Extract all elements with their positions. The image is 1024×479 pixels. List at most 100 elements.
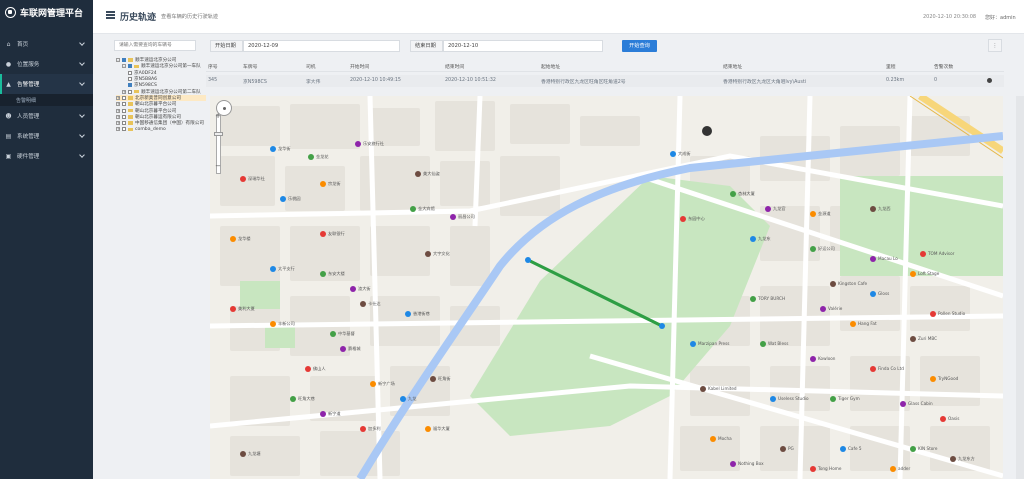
- poi-marker-icon[interactable]: [415, 171, 421, 177]
- poi-marker-icon[interactable]: [240, 451, 246, 457]
- poi-marker-icon[interactable]: [810, 211, 816, 217]
- poi-marker-icon[interactable]: [400, 396, 406, 402]
- expand-icon[interactable]: +: [116, 127, 120, 132]
- map-locate-icon[interactable]: [987, 78, 992, 83]
- tree-checkbox[interactable]: [128, 64, 132, 69]
- nav-item-home[interactable]: ⌂ 首页: [0, 34, 93, 54]
- nav-item-alarm[interactable]: ▲ 告警管理: [0, 74, 93, 94]
- poi-marker-icon[interactable]: [870, 256, 876, 262]
- expand-icon[interactable]: +: [116, 108, 120, 113]
- poi-marker-icon[interactable]: [270, 321, 276, 327]
- poi-marker-icon[interactable]: [370, 381, 376, 387]
- poi-marker-icon[interactable]: [240, 176, 246, 182]
- tree-checkbox[interactable]: [122, 127, 126, 132]
- poi-marker-icon[interactable]: [340, 346, 346, 352]
- poi-marker-icon[interactable]: [900, 401, 906, 407]
- poi-marker-icon[interactable]: [690, 341, 696, 347]
- poi-marker-icon[interactable]: [425, 426, 431, 432]
- poi-marker-icon[interactable]: [920, 251, 926, 257]
- poi-marker-icon[interactable]: [750, 296, 756, 302]
- poi-marker-icon[interactable]: [870, 366, 876, 372]
- poi-marker-icon[interactable]: [430, 376, 436, 382]
- column-menu-icon[interactable]: ⋮: [988, 39, 1002, 52]
- poi-marker-icon[interactable]: [870, 291, 876, 297]
- tree-checkbox[interactable]: [128, 83, 132, 88]
- poi-marker-icon[interactable]: [700, 386, 706, 392]
- poi-marker-icon[interactable]: [425, 251, 431, 257]
- menu-toggle-icon[interactable]: [106, 11, 115, 19]
- poi-marker-icon[interactable]: [850, 321, 856, 327]
- poi-marker-icon[interactable]: [910, 271, 916, 277]
- poi-marker-icon[interactable]: [230, 236, 236, 242]
- tree-checkbox[interactable]: [122, 95, 126, 100]
- poi-marker-icon[interactable]: [355, 141, 361, 147]
- poi-marker-icon[interactable]: [870, 206, 876, 212]
- zoom-in-icon[interactable]: +: [213, 112, 223, 121]
- poi-marker-icon[interactable]: [305, 366, 311, 372]
- collapse-icon[interactable]: -: [116, 58, 120, 63]
- poi-marker-icon[interactable]: [765, 206, 771, 212]
- collapse-icon[interactable]: -: [122, 64, 126, 69]
- poi-marker-icon[interactable]: [830, 396, 836, 402]
- expand-icon[interactable]: +: [116, 102, 120, 107]
- poi-marker-icon[interactable]: [940, 416, 946, 422]
- poi-marker-icon[interactable]: [308, 154, 314, 160]
- poi-marker-icon[interactable]: [810, 356, 816, 362]
- poi-marker-icon[interactable]: [360, 301, 366, 307]
- tree-checkbox[interactable]: [122, 108, 126, 113]
- poi-marker-icon[interactable]: [270, 146, 276, 152]
- vehicle-search-input[interactable]: [114, 40, 196, 51]
- poi-marker-icon[interactable]: [710, 436, 716, 442]
- nav-sub-alarm-detail[interactable]: 告警明细: [0, 94, 93, 106]
- end-date-input[interactable]: 2020-12-10: [443, 40, 603, 52]
- expand-icon[interactable]: +: [116, 95, 120, 100]
- poi-marker-icon[interactable]: [930, 376, 936, 382]
- poi-marker-icon[interactable]: [930, 311, 936, 317]
- page-scrollbar[interactable]: [1016, 96, 1024, 479]
- poi-marker-icon[interactable]: [330, 331, 336, 337]
- zoom-out-icon[interactable]: −: [213, 162, 223, 171]
- poi-marker-icon[interactable]: [890, 466, 896, 472]
- tree-checkbox[interactable]: [122, 121, 126, 126]
- tree-checkbox[interactable]: [128, 70, 132, 75]
- poi-marker-icon[interactable]: [750, 236, 756, 242]
- poi-marker-icon[interactable]: [830, 281, 836, 287]
- tree-checkbox[interactable]: [122, 114, 126, 119]
- tree-checkbox[interactable]: [122, 58, 126, 63]
- poi-marker-icon[interactable]: [680, 216, 686, 222]
- expand-icon[interactable]: +: [122, 89, 126, 94]
- poi-marker-icon[interactable]: [820, 306, 826, 312]
- poi-marker-icon[interactable]: [350, 286, 356, 292]
- poi-marker-icon[interactable]: [320, 181, 326, 187]
- poi-marker-icon[interactable]: [320, 231, 326, 237]
- poi-marker-icon[interactable]: [810, 466, 816, 472]
- poi-marker-icon[interactable]: [950, 456, 956, 462]
- poi-marker-icon[interactable]: [760, 341, 766, 347]
- poi-marker-icon[interactable]: [730, 191, 736, 197]
- table-row[interactable]: 345 京N598CS 李大伟 2020-12-10 10:49:15 2020…: [206, 75, 1004, 87]
- nav-item-personnel[interactable]: ☻ 人员管理: [0, 106, 93, 126]
- poi-marker-icon[interactable]: [320, 411, 326, 417]
- poi-marker-icon[interactable]: [290, 396, 296, 402]
- poi-marker-icon[interactable]: [810, 246, 816, 252]
- poi-marker-icon[interactable]: [360, 426, 366, 432]
- poi-marker-icon[interactable]: [270, 266, 276, 272]
- poi-marker-icon[interactable]: [410, 206, 416, 212]
- nav-item-hardware[interactable]: ▣ 硬件管理: [0, 146, 93, 166]
- expand-icon[interactable]: +: [116, 114, 120, 119]
- expand-icon[interactable]: +: [116, 121, 120, 126]
- poi-marker-icon[interactable]: [405, 311, 411, 317]
- poi-marker-icon[interactable]: [910, 446, 916, 452]
- tree-checkbox[interactable]: [128, 77, 132, 82]
- nav-item-location[interactable]: ● 位置服务: [0, 54, 93, 74]
- poi-marker-icon[interactable]: [670, 151, 676, 157]
- poi-marker-icon[interactable]: [840, 446, 846, 452]
- poi-marker-icon[interactable]: [770, 396, 776, 402]
- track-map[interactable]: 龙华街 金龙花 乐安旅行社 深瑞华社 宗龙街 美大仙姿 乐桃园 金大宾馆 丽昌公司 友联银行 龙华楼…: [210, 96, 1003, 479]
- poi-marker-icon[interactable]: [320, 271, 326, 277]
- start-date-input[interactable]: 2020-12-09: [243, 40, 400, 52]
- query-button[interactable]: 开始查询: [622, 40, 657, 52]
- poi-marker-icon[interactable]: [910, 336, 916, 342]
- poi-marker-icon[interactable]: [730, 461, 736, 467]
- zoom-slider-handle[interactable]: [214, 132, 223, 136]
